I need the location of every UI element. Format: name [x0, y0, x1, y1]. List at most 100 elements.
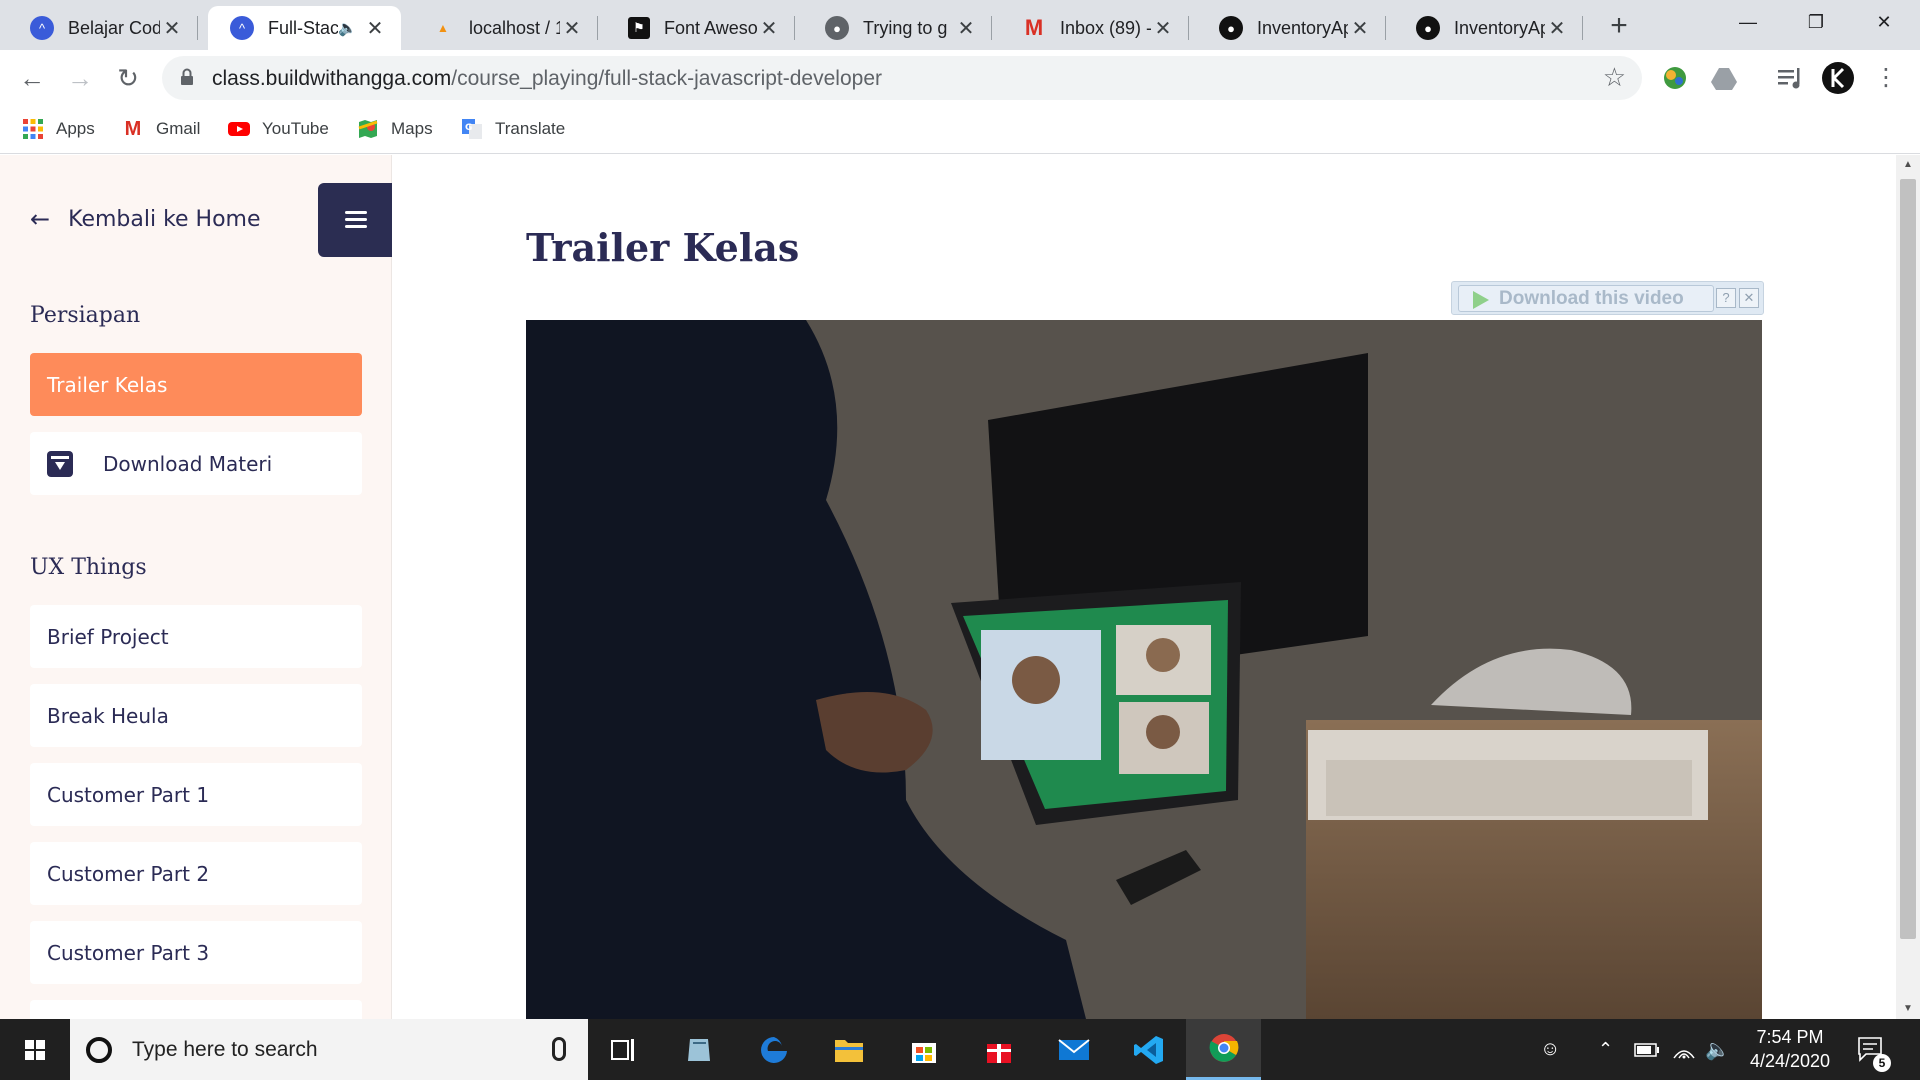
system-clock[interactable]: 7:54 PM 4/24/2020: [1730, 1025, 1850, 1073]
person-face: [1146, 715, 1180, 749]
notes-app-icon[interactable]: [661, 1019, 736, 1080]
lesson-customer-part-1[interactable]: Customer Part 1: [30, 763, 362, 826]
bookmark-youtube[interactable]: YouTube: [228, 118, 329, 140]
media-control-icon[interactable]: [1772, 60, 1808, 96]
page-scrollbar[interactable]: ▲ ▼: [1896, 155, 1920, 1019]
close-tab-icon[interactable]: ✕: [1545, 16, 1569, 41]
svg-text:G: G: [465, 123, 472, 133]
bookmark-maps[interactable]: Maps: [357, 118, 433, 140]
scrollbar-thumb[interactable]: [1900, 179, 1916, 939]
tab-strip: ^ Belajar Coding ✕ ^ Full-Stack 🔈 ✕ ▲ lo…: [0, 0, 1920, 50]
people-icon[interactable]: ☺: [1540, 1019, 1560, 1080]
close-tab-icon[interactable]: ✕: [160, 16, 184, 41]
reload-icon[interactable]: ↻: [108, 58, 148, 98]
taskbar-search-box[interactable]: Type here to search: [70, 1019, 588, 1080]
volume-icon[interactable]: 🔈: [1705, 1019, 1730, 1080]
lock-icon[interactable]: [180, 68, 194, 86]
bookmark-label: Gmail: [156, 119, 201, 138]
notification-badge: 5: [1873, 1054, 1891, 1072]
address-bar[interactable]: class.buildwithangga.com/course_playing/…: [162, 56, 1642, 100]
edge-browser-icon[interactable]: [736, 1019, 811, 1080]
course-sidebar: ← Kembali ke Home Persiapan Trailer Kela…: [0, 155, 392, 1019]
battery-icon[interactable]: [1634, 1019, 1660, 1080]
forward-arrow-icon[interactable]: →: [60, 58, 100, 98]
tab-title: Belajar Coding: [68, 17, 160, 38]
close-tab-icon[interactable]: ✕: [560, 16, 584, 41]
lesson-customer-part-2[interactable]: Customer Part 2: [30, 842, 362, 905]
back-to-home-link[interactable]: ← Kembali ke Home: [30, 205, 261, 233]
mail-app-icon[interactable]: [1036, 1019, 1111, 1080]
bookmark-label: Apps: [56, 119, 95, 138]
close-tab-icon[interactable]: ✕: [757, 16, 781, 41]
google-drive-icon[interactable]: [1706, 60, 1742, 96]
close-tab-icon[interactable]: ✕: [1151, 16, 1175, 41]
hamburger-menu-button[interactable]: [318, 183, 392, 257]
microphone-icon[interactable]: [552, 1037, 566, 1061]
kebab-menu-icon[interactable]: ⋮: [1866, 58, 1906, 98]
tab-inventory-1[interactable]: ● InventoryAp ✕: [1189, 6, 1386, 50]
windows-start-icon[interactable]: [0, 1019, 70, 1080]
lesson-download-materi[interactable]: Download Materi: [30, 432, 362, 495]
tab-font-awesome[interactable]: ⚑ Font Awesome ✕: [598, 6, 795, 50]
restore-button[interactable]: ❐: [1782, 0, 1850, 44]
bookmark-gmail[interactable]: M Gmail: [122, 117, 201, 140]
chrome-taskbar-icon[interactable]: [1186, 1019, 1261, 1080]
url-text[interactable]: class.buildwithangga.com/course_playing/…: [212, 67, 882, 91]
close-tab-icon[interactable]: ✕: [1348, 16, 1372, 41]
video-player[interactable]: [526, 320, 1762, 1019]
clock-time: 7:54 PM: [1756, 1027, 1824, 1047]
microsoft-store-icon[interactable]: [886, 1019, 961, 1080]
speaker-icon[interactable]: 🔈: [338, 19, 357, 37]
chevron-up-icon[interactable]: ⌃: [1598, 1019, 1613, 1080]
lesson-label: Customer Part 2: [47, 861, 210, 886]
lesson-next-partial[interactable]: [30, 1000, 362, 1019]
scroll-up-icon[interactable]: ▲: [1896, 155, 1920, 175]
tab-full-stack[interactable]: ^ Full-Stack 🔈 ✕: [208, 6, 401, 50]
close-tab-icon[interactable]: ✕: [954, 16, 978, 41]
new-tab-button[interactable]: +: [1601, 8, 1637, 44]
back-arrow-icon[interactable]: ←: [12, 58, 52, 98]
tab-localhost[interactable]: ▲ localhost / 1 ✕: [401, 6, 598, 50]
tab-trying-to[interactable]: ● Trying to g ✕: [795, 6, 992, 50]
tab-belajar-coding[interactable]: ^ Belajar Coding ✕: [0, 6, 198, 50]
task-view-icon[interactable]: [586, 1019, 661, 1080]
scroll-down-icon[interactable]: ▼: [1896, 999, 1920, 1019]
lesson-label: Customer Part 1: [47, 782, 210, 807]
close-icon[interactable]: ✕: [1739, 288, 1759, 308]
section-title-persiapan: Persiapan: [30, 303, 141, 328]
close-tab-icon[interactable]: ✕: [363, 16, 387, 41]
file-explorer-icon[interactable]: [811, 1019, 886, 1080]
gift-app-icon[interactable]: [961, 1019, 1036, 1080]
tab-inventory-2[interactable]: ● InventoryAp ✕: [1386, 6, 1583, 50]
close-window-button[interactable]: ✕: [1850, 0, 1918, 44]
page-title: Trailer Kelas: [526, 225, 800, 270]
arrow-left-icon: ←: [30, 205, 51, 233]
lesson-brief-project[interactable]: Brief Project: [30, 605, 362, 668]
download-video-button[interactable]: Download this video: [1458, 285, 1714, 312]
tab-title: localhost / 1: [469, 17, 560, 38]
bookmark-star-icon[interactable]: ☆: [1603, 62, 1626, 93]
vscode-icon[interactable]: [1111, 1019, 1186, 1080]
bookmark-apps[interactable]: Apps: [22, 118, 95, 140]
lesson-trailer-kelas[interactable]: Trailer Kelas: [30, 353, 362, 416]
clock-date: 4/24/2020: [1749, 1051, 1831, 1071]
minimize-button[interactable]: —: [1714, 0, 1782, 44]
help-icon[interactable]: ?: [1716, 288, 1736, 308]
tab-inbox[interactable]: M Inbox (89) - ✕: [992, 6, 1189, 50]
download-box-icon: [47, 450, 73, 477]
lesson-customer-part-3[interactable]: Customer Part 3: [30, 921, 362, 984]
wifi-icon[interactable]: [1672, 1019, 1696, 1080]
search-placeholder: Type here to search: [132, 1037, 318, 1061]
gmail-icon: M: [124, 117, 142, 140]
tab-title: Trying to g: [863, 17, 948, 38]
globe-icon: ●: [825, 16, 849, 40]
bookmark-translate[interactable]: G Translate: [461, 118, 565, 140]
page-content: ← Kembali ke Home Persiapan Trailer Kela…: [0, 155, 1896, 1019]
url-path: /course_playing/full-stack-javascript-de…: [451, 67, 882, 90]
profile-avatar-icon[interactable]: [1820, 60, 1856, 96]
hamburger-line: [345, 225, 367, 228]
bookmark-label: YouTube: [262, 119, 329, 138]
extension-globe-icon[interactable]: [1657, 60, 1693, 96]
lesson-break-heula[interactable]: Break Heula: [30, 684, 362, 747]
windows-taskbar: Type here to search ☺ ⌃ 🔈 7:54 PM 4/24/2…: [0, 1019, 1920, 1080]
